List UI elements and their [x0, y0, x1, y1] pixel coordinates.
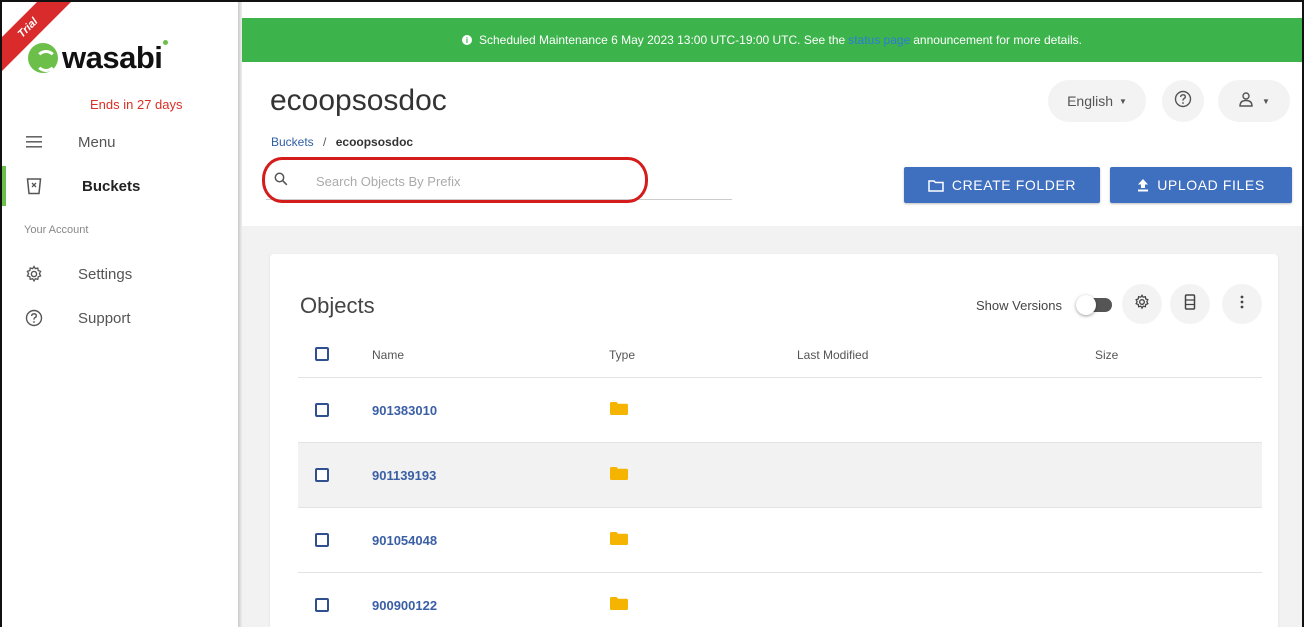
more-vertical-icon — [1240, 295, 1244, 314]
table-settings-button[interactable] — [1122, 284, 1162, 324]
objects-table: Name Type Last Modified Size 901383010 9… — [298, 332, 1262, 627]
help-circle-icon — [1174, 90, 1192, 113]
content-area: Objects Show Versions Name Type Last Mod… — [242, 226, 1302, 627]
sidebar-item-menu[interactable]: Menu — [2, 122, 240, 162]
columns-button[interactable] — [1170, 284, 1210, 324]
folder-icon — [610, 402, 628, 415]
user-menu-button[interactable]: ▼ — [1218, 80, 1290, 122]
object-name-link[interactable]: 901383010 — [372, 403, 437, 418]
sidebar-item-label: Buckets — [82, 177, 141, 195]
caret-down-icon: ▼ — [1119, 96, 1127, 106]
help-circle-icon — [24, 308, 44, 328]
top-gap — [242, 2, 1302, 18]
row-checkbox[interactable] — [315, 533, 329, 547]
toggle-knob — [1076, 295, 1096, 315]
row-checkbox[interactable] — [315, 468, 329, 482]
status-page-link[interactable]: status page — [848, 33, 910, 47]
user-icon — [1238, 91, 1254, 112]
info-icon: i — [461, 35, 472, 45]
folder-icon — [610, 597, 628, 610]
logo-dot-icon — [163, 39, 169, 45]
banner-text: Scheduled Maintenance 6 May 2023 13:00 U… — [478, 33, 846, 47]
trial-countdown: Ends in 27 days — [90, 97, 183, 112]
show-versions-toggle[interactable] — [1076, 295, 1112, 315]
sidebar-item-label: Support — [78, 309, 131, 327]
column-header-size[interactable]: Size — [1095, 348, 1118, 362]
select-all-checkbox[interactable] — [315, 347, 329, 361]
breadcrumb-current: ecoopsosdoc — [335, 135, 414, 149]
sidebar-item-support[interactable]: Support — [2, 298, 240, 338]
page-title: ecoopsosdoc — [270, 84, 447, 117]
section-label-your-account: Your Account — [24, 224, 89, 236]
bucket-icon — [24, 176, 44, 196]
row-checkbox[interactable] — [315, 403, 329, 417]
object-name-link[interactable]: 901139193 — [372, 468, 436, 483]
column-header-last-modified[interactable]: Last Modified — [797, 348, 868, 362]
table-row[interactable]: 901383010 — [298, 378, 1262, 443]
table-row[interactable]: 900900122 — [298, 573, 1262, 627]
search-input[interactable] — [316, 170, 636, 192]
logo-text: wasabi — [62, 40, 163, 75]
breadcrumb: Buckets / ecoopsosdoc — [271, 135, 413, 149]
breadcrumb-separator: / — [323, 135, 327, 149]
objects-title: Objects — [300, 293, 375, 318]
sidebar-item-buckets[interactable]: Buckets — [2, 166, 240, 206]
create-folder-button[interactable]: CREATE FOLDER — [904, 167, 1100, 203]
upload-icon — [1137, 178, 1149, 192]
object-name-link[interactable]: 901054048 — [372, 533, 437, 548]
column-header-type[interactable]: Type — [609, 348, 635, 362]
table-row[interactable]: 901054048 — [298, 508, 1262, 573]
main-area: i Scheduled Maintenance 6 May 2023 13:00… — [242, 2, 1302, 627]
sidebar-item-label: Menu — [78, 133, 116, 151]
sidebar-item-settings[interactable]: Settings — [2, 254, 240, 294]
upload-files-button[interactable]: UPLOAD FILES — [1110, 167, 1292, 203]
more-options-button[interactable] — [1222, 284, 1262, 324]
search-icon — [274, 172, 288, 186]
search-field — [266, 160, 732, 200]
caret-down-icon: ▼ — [1262, 96, 1270, 106]
upload-files-label: UPLOAD FILES — [1157, 177, 1265, 193]
folder-icon — [610, 467, 628, 480]
show-versions-label: Show Versions — [976, 298, 1062, 313]
gear-icon — [24, 264, 44, 284]
table-header-row: Name Type Last Modified Size — [298, 332, 1262, 378]
wasabi-logo[interactable]: wasabi — [28, 39, 169, 76]
objects-card: Objects Show Versions Name Type Last Mod… — [270, 254, 1278, 627]
language-label: English — [1067, 93, 1113, 109]
column-header-name[interactable]: Name — [372, 348, 404, 362]
columns-icon — [1184, 293, 1196, 315]
page-header: ecoopsosdoc English ▼ ▼ Buckets / ecoops… — [242, 62, 1302, 226]
breadcrumb-buckets[interactable]: Buckets — [271, 135, 314, 149]
create-folder-label: CREATE FOLDER — [951, 177, 1077, 193]
row-checkbox[interactable] — [315, 598, 329, 612]
table-row[interactable]: 901139193 — [298, 443, 1262, 508]
app-window: Trial wasabi Ends in 27 days Menu Bucket… — [0, 0, 1304, 627]
wasabi-logo-icon — [28, 43, 58, 73]
folder-outline-icon — [928, 179, 944, 192]
help-button[interactable] — [1162, 80, 1204, 122]
folder-icon — [610, 532, 628, 545]
language-select[interactable]: English ▼ — [1048, 80, 1146, 122]
banner-text-end: announcement for more details. — [913, 33, 1083, 47]
sidebar: Trial wasabi Ends in 27 days Menu Bucket… — [2, 2, 240, 627]
sidebar-item-label: Settings — [78, 265, 133, 283]
gear-icon — [1134, 293, 1150, 315]
maintenance-banner: i Scheduled Maintenance 6 May 2023 13:00… — [242, 18, 1302, 62]
hamburger-icon — [24, 132, 44, 152]
object-name-link[interactable]: 900900122 — [372, 598, 437, 613]
